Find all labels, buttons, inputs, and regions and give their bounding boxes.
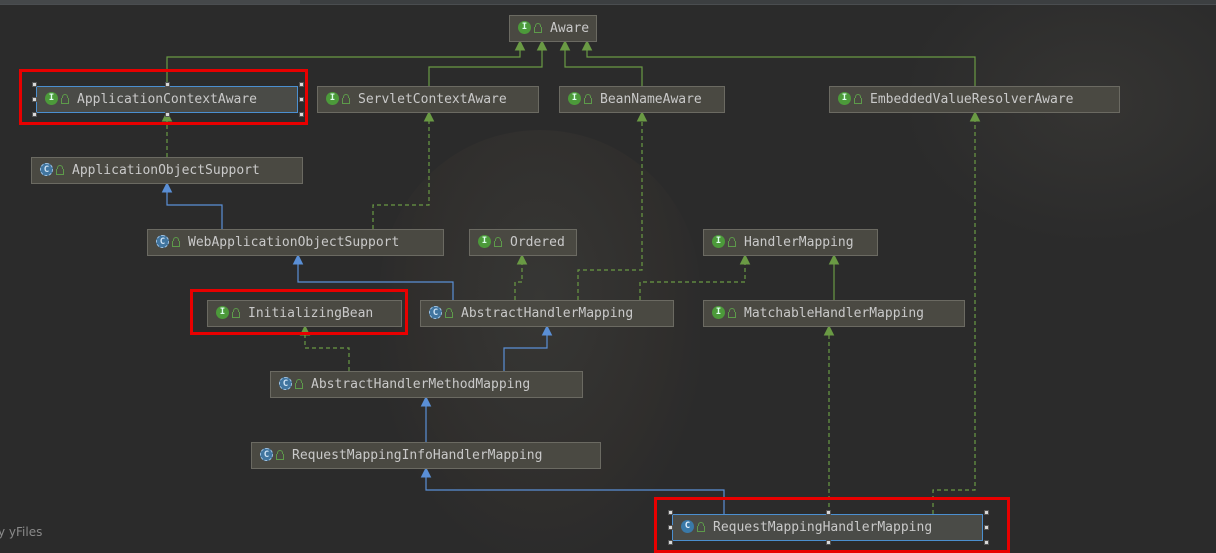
abstract-type-icon: C — [156, 235, 169, 248]
selection-handle[interactable] — [826, 540, 831, 545]
highlight-box-initbean — [190, 289, 408, 335]
selection-handle[interactable] — [32, 112, 37, 117]
edge-abshm[interactable] — [639, 253, 751, 300]
node-label: ApplicationObjectSupport — [72, 163, 260, 178]
abstract-type-icon: C — [40, 163, 53, 176]
interface-type-icon: I — [326, 92, 339, 105]
highlight-box-rmhm — [654, 497, 1010, 553]
selection-handle[interactable] — [668, 510, 673, 515]
abstract-type-icon: C — [260, 448, 273, 461]
selection-handle[interactable] — [668, 525, 673, 530]
public-lock-icon — [728, 307, 736, 318]
node-label: RequestMappingInfoHandlerMapping — [292, 448, 543, 463]
selection-handle[interactable] — [299, 82, 304, 87]
node-beanname[interactable]: I BeanNameAware — [559, 86, 725, 113]
node-label: EmbeddedValueResolverAware — [870, 92, 1074, 107]
selection-handle[interactable] — [668, 540, 673, 545]
public-lock-icon — [172, 236, 180, 247]
node-label: AbstractHandlerMapping — [461, 306, 634, 321]
node-label: BeanNameAware — [600, 92, 702, 107]
node-label: ServletContextAware — [358, 92, 507, 107]
selection-handle[interactable] — [984, 510, 989, 515]
public-lock-icon — [276, 449, 284, 460]
edge-abshm[interactable] — [514, 253, 528, 300]
node-matchable[interactable]: I MatchableHandlerMapping — [703, 300, 965, 327]
edge-embedded[interactable] — [581, 39, 976, 86]
interface-type-icon: I — [838, 92, 851, 105]
highlight-box-appctx — [19, 69, 308, 125]
node-label: AbstractHandlerMethodMapping — [311, 377, 531, 392]
edge-abshmm[interactable] — [503, 324, 553, 371]
public-lock-icon — [494, 236, 502, 247]
edge-beanname[interactable] — [559, 39, 643, 86]
selection-handle[interactable] — [984, 525, 989, 530]
public-lock-icon — [445, 307, 453, 318]
selection-handle[interactable] — [299, 97, 304, 102]
node-label: Aware — [550, 21, 590, 36]
selection-handle[interactable] — [299, 112, 304, 117]
selection-handle[interactable] — [165, 112, 170, 117]
interface-type-icon: I — [712, 306, 725, 319]
public-lock-icon — [295, 378, 303, 389]
node-label: MatchableHandlerMapping — [744, 306, 925, 321]
abstract-type-icon: C — [279, 377, 292, 390]
selection-handle[interactable] — [165, 82, 170, 87]
node-handlermapping[interactable]: I HandlerMapping — [703, 229, 878, 256]
edge-webappobj[interactable] — [372, 110, 435, 229]
public-lock-icon — [56, 164, 64, 175]
node-ordered[interactable]: I Ordered — [469, 229, 577, 256]
edge-webappobj[interactable] — [161, 181, 223, 229]
node-rmihm[interactable]: C RequestMappingInfoHandlerMapping — [251, 442, 601, 469]
interface-type-icon: I — [712, 235, 725, 248]
edge-abshm[interactable] — [577, 110, 648, 300]
interface-type-icon: I — [478, 235, 491, 248]
edge-servletctx[interactable] — [428, 39, 548, 86]
node-embedded[interactable]: I EmbeddedValueResolverAware — [829, 86, 1120, 113]
node-label: Ordered — [510, 235, 565, 250]
node-webappobj[interactable]: C WebApplicationObjectSupport — [147, 229, 444, 256]
public-lock-icon — [342, 93, 350, 104]
yfiles-watermark: y yFiles — [0, 525, 43, 539]
node-appobj[interactable]: C ApplicationObjectSupport — [31, 157, 303, 184]
public-lock-icon — [728, 236, 736, 247]
public-lock-icon — [584, 93, 592, 104]
node-label: WebApplicationObjectSupport — [188, 235, 400, 250]
selection-handle[interactable] — [32, 82, 37, 87]
selection-handle[interactable] — [32, 97, 37, 102]
node-abshmm[interactable]: C AbstractHandlerMethodMapping — [270, 371, 583, 398]
interface-type-icon: I — [568, 92, 581, 105]
selection-handle[interactable] — [984, 540, 989, 545]
abstract-type-icon: C — [429, 306, 442, 319]
node-aware[interactable]: I Aware — [509, 15, 597, 42]
node-label: HandlerMapping — [744, 235, 854, 250]
interface-type-icon: I — [518, 21, 531, 34]
public-lock-icon — [534, 22, 542, 33]
node-abshm[interactable]: C AbstractHandlerMapping — [420, 300, 674, 327]
selection-handle[interactable] — [826, 510, 831, 515]
public-lock-icon — [854, 93, 862, 104]
node-servletctx[interactable]: I ServletContextAware — [317, 86, 539, 113]
